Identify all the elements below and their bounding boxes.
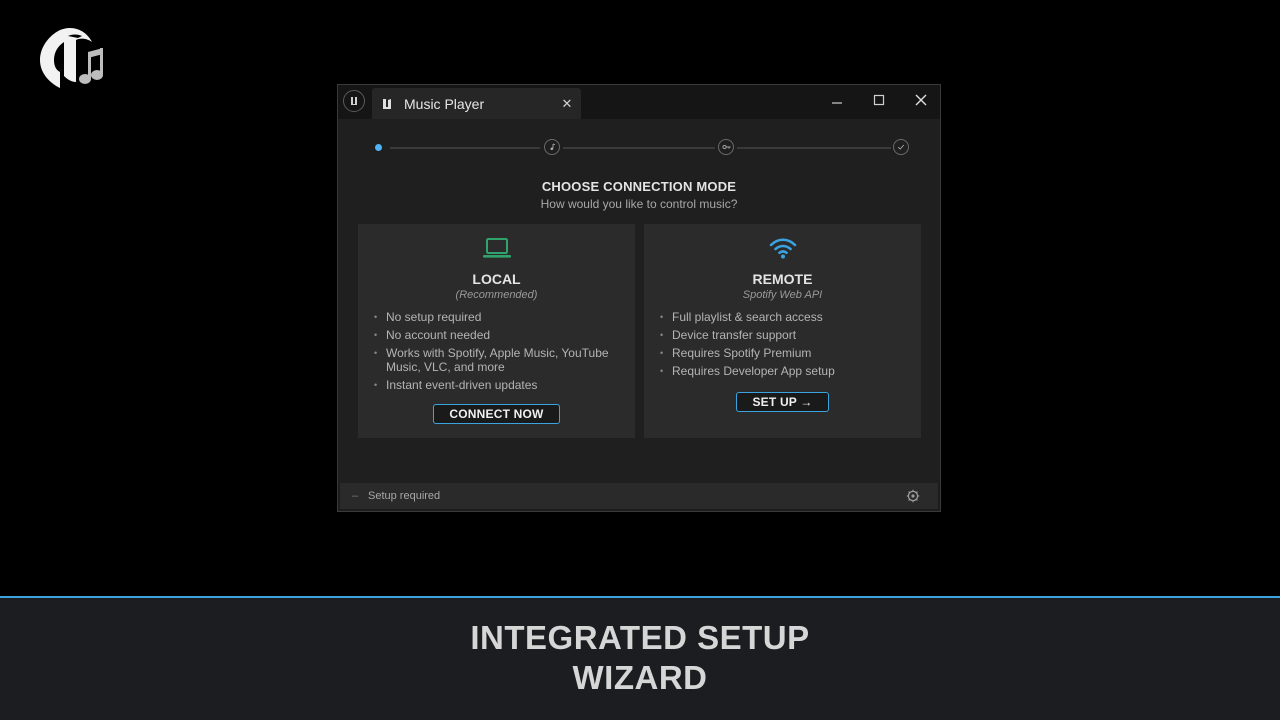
local-mode-card[interactable]: LOCAL (Recommended) No setup required No… — [358, 224, 635, 438]
local-card-title: LOCAL — [472, 271, 521, 287]
tab-music-player[interactable]: Music Player ✕ — [372, 88, 581, 119]
step-3-key-icon[interactable] — [718, 139, 734, 155]
status-text: Setup required — [368, 490, 441, 502]
local-feature-list: No setup required No account needed Work… — [374, 310, 624, 396]
local-card-subtitle: (Recommended) — [455, 289, 538, 301]
list-item: Device transfer support — [660, 328, 910, 342]
connect-now-button[interactable]: CONNECT NOW — [433, 404, 560, 424]
step-connector — [737, 147, 891, 149]
page-subtitle: How would you like to control music? — [540, 197, 738, 211]
list-item: No setup required — [374, 310, 624, 324]
step-2-music-note-icon[interactable] — [544, 139, 560, 155]
wifi-icon — [769, 238, 796, 259]
status-indicator: – — [352, 490, 359, 502]
list-item: Requires Developer App setup — [660, 364, 910, 378]
list-item: Full playlist & search access — [660, 310, 910, 324]
wizard-stepper — [372, 137, 909, 159]
footer-title-line-2: WIZARD — [572, 659, 708, 696]
app-badge-icon[interactable] — [343, 90, 365, 112]
unreal-tab-icon — [383, 98, 391, 109]
tab-close-icon[interactable]: ✕ — [553, 96, 581, 112]
music-player-window: Music Player ✕ CHOOSE CONNECTION MODE Ho… — [337, 84, 941, 512]
step-connector — [563, 147, 715, 149]
laptop-icon — [482, 238, 511, 258]
close-window-button[interactable] — [903, 87, 939, 113]
remote-card-title: REMOTE — [752, 271, 813, 287]
maximize-icon — [873, 94, 885, 106]
list-item: No account needed — [374, 328, 624, 342]
stage: Music Player ✕ CHOOSE CONNECTION MODE Ho… — [0, 0, 1280, 720]
set-up-button[interactable]: SET UP → — [736, 392, 829, 412]
list-item: Works with Spotify, Apple Music, YouTube… — [374, 346, 624, 374]
footer-banner: INTEGRATED SETUP WIZARD — [0, 596, 1280, 720]
minimize-icon — [832, 102, 842, 104]
footer-title: INTEGRATED SETUP WIZARD — [0, 618, 1280, 698]
remote-card-subtitle: Spotify Web API — [742, 289, 823, 301]
list-item: Instant event-driven updates — [374, 378, 624, 392]
step-4-check-icon[interactable] — [893, 139, 909, 155]
remote-feature-list: Full playlist & search access Device tra… — [660, 310, 910, 382]
maximize-button[interactable] — [861, 87, 897, 113]
list-item: Requires Spotify Premium — [660, 346, 910, 360]
page-title: CHOOSE CONNECTION MODE — [541, 179, 737, 194]
status-bar: – Setup required — [340, 483, 938, 509]
remote-mode-card[interactable]: REMOTE Spotify Web API Full playlist & s… — [644, 224, 921, 438]
wizard-content: CHOOSE CONNECTION MODE How would you lik… — [338, 119, 940, 483]
close-icon — [915, 94, 927, 106]
title-bar[interactable]: Music Player ✕ — [338, 85, 940, 119]
gear-icon[interactable] — [906, 489, 920, 503]
minimize-button[interactable] — [819, 87, 855, 113]
step-1-active-dot[interactable] — [375, 144, 382, 151]
step-connector — [390, 147, 540, 149]
footer-title-line-1: INTEGRATED SETUP — [470, 619, 810, 656]
tab-label: Music Player — [404, 95, 485, 112]
unreal-music-logo-icon — [40, 28, 103, 88]
